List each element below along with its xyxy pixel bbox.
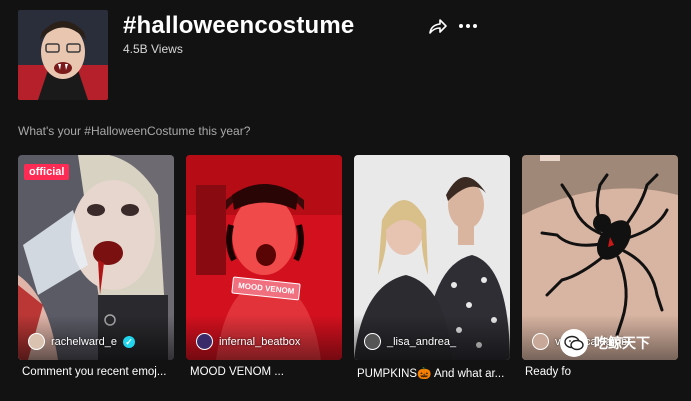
video-caption[interactable]: Ready fo — [525, 366, 585, 378]
hashtag-title: #halloweencostume — [123, 12, 355, 39]
video-caption[interactable]: Comment you recent emoj... — [22, 366, 172, 378]
watermark: 吃鲸天下 — [560, 329, 650, 357]
username: _lisa_andrea_ — [387, 335, 457, 348]
hashtag-views: 4.5B Views — [123, 42, 183, 56]
video-author[interactable]: rachelward_e ✓ — [28, 333, 136, 350]
avatar — [532, 333, 549, 350]
video-card[interactable]: MOOD VENOM infernal_beatbox — [186, 155, 342, 360]
video-thumbnail — [354, 155, 510, 360]
avatar — [196, 333, 213, 350]
avatar — [28, 333, 45, 350]
video-thumbnail — [18, 155, 174, 360]
wechat-icon — [560, 329, 588, 357]
hashtag-description: What's your #HalloweenCostume this year? — [18, 124, 251, 138]
video-card[interactable]: _lisa_andrea_ — [354, 155, 510, 360]
hashtag-cover-image — [18, 10, 108, 100]
watermark-text: 吃鲸天下 — [594, 335, 650, 351]
video-thumbnail — [186, 155, 342, 360]
avatar — [364, 333, 381, 350]
video-author[interactable]: infernal_beatbox — [196, 333, 300, 350]
username: rachelward_e — [51, 335, 118, 348]
username: infernal_beatbox — [219, 335, 301, 348]
more-icon[interactable] — [458, 18, 478, 34]
video-author[interactable]: _lisa_andrea_ — [364, 333, 456, 350]
video-caption[interactable]: MOOD VENOM ... — [190, 366, 340, 378]
video-card[interactable]: official rachelward_e ✓ — [18, 155, 174, 360]
verified-icon: ✓ — [123, 335, 136, 348]
video-caption[interactable]: PUMPKINS🎃 And what ar... — [357, 366, 512, 380]
share-icon[interactable] — [428, 17, 448, 35]
official-badge: official — [24, 164, 70, 180]
